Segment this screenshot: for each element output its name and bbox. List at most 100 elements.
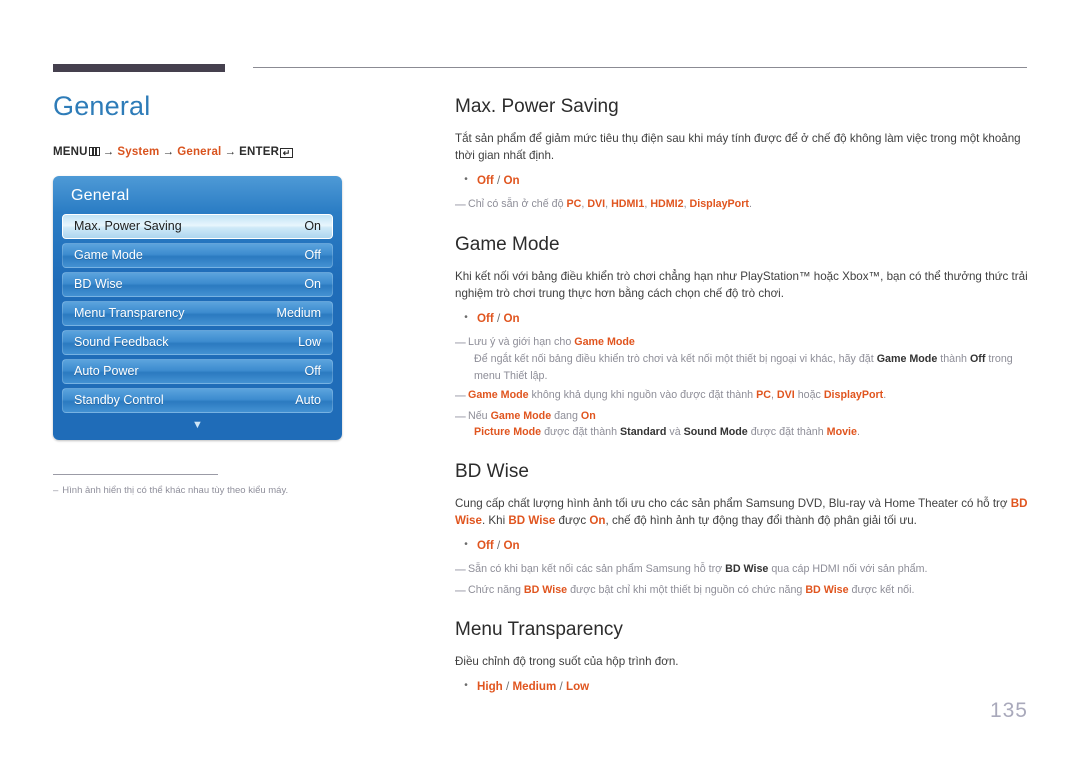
osd-row-bd-wise[interactable]: BD Wise On xyxy=(62,271,333,297)
osd-row-value: Off xyxy=(304,364,321,379)
section-body: Điều chỉnh độ trong suốt của hộp trình đ… xyxy=(455,655,679,669)
bullet-icon: • xyxy=(464,312,468,323)
note-term-bd-wise: BD Wise xyxy=(805,583,849,596)
osd-row-value: On xyxy=(304,277,321,292)
osd-row-max-power-saving[interactable]: Max. Power Saving On xyxy=(62,213,333,239)
osd-row-auto-power[interactable]: Auto Power Off xyxy=(62,358,333,384)
osd-row-value: Low xyxy=(298,335,321,350)
note-term-hdmi2: HDMI2 xyxy=(650,198,684,211)
note-text: được kết nối. xyxy=(848,583,915,596)
osd-row-value: On xyxy=(304,219,321,234)
option-off: Off xyxy=(477,312,494,325)
body-text-part: được xyxy=(555,514,590,528)
note-dash-icon: — xyxy=(455,564,466,577)
note-term-bd-wise: BD Wise xyxy=(523,583,568,596)
section-menu-transparency: Menu Transparency Điều chỉnh độ trong su… xyxy=(455,619,1028,695)
note-term-dvi: DVI xyxy=(587,198,606,211)
footnote-divider xyxy=(53,473,218,475)
menu-grid-icon xyxy=(88,146,100,156)
note-dash-icon: — xyxy=(455,337,466,350)
osd-row-value: Auto xyxy=(295,393,321,408)
note-term-sound-mode: Sound Mode xyxy=(683,426,748,439)
note-text: . xyxy=(856,426,860,439)
breadcrumb-arrow-1: → xyxy=(102,145,115,158)
bullet-icon: • xyxy=(464,538,468,550)
osd-row-game-mode[interactable]: Game Mode Off xyxy=(62,242,333,268)
note-term-game-mode: Game Mode xyxy=(468,389,529,402)
osd-row-standby-control[interactable]: Standby Control Auto xyxy=(62,387,333,413)
note-term-dvi: DVI xyxy=(776,389,795,402)
breadcrumb-enter-label: ENTER xyxy=(239,145,280,158)
note-term-game-mode: Game Mode xyxy=(876,352,938,365)
term-bd-wise: BD Wise xyxy=(508,514,556,528)
note-text: Để ngắt kết nối bảng điều khiển trò chơi… xyxy=(474,352,877,365)
note-text: hoặc xyxy=(794,389,824,402)
section-title: BD Wise xyxy=(455,460,529,482)
section-body: Tắt sản phẩm để giảm mức tiêu thụ điện s… xyxy=(455,131,1021,163)
note-term-displayport: DisplayPort xyxy=(689,198,749,211)
note-text: không khả dụng khi nguồn vào được đặt th… xyxy=(528,389,757,402)
option-list-item: • High / Medium / Low xyxy=(455,678,1028,695)
note-row: — Lưu ý và giới hạn cho Game Mode Để ngắ… xyxy=(455,334,1028,384)
note-text: được bật chỉ khi một thiết bị nguồn có c… xyxy=(567,583,806,596)
osd-panel-title: General xyxy=(71,186,130,204)
option-high: High xyxy=(477,679,503,693)
option-list-item: • Off / On xyxy=(455,310,1028,327)
option-on: On xyxy=(503,538,520,552)
body-text-part: , chế độ hình ảnh tự động thay đổi thành… xyxy=(605,514,917,528)
osd-row-label: Menu Transparency xyxy=(74,306,185,321)
note-term-displayport: DisplayPort xyxy=(823,389,884,402)
note-term-off: Off xyxy=(969,352,986,365)
note-term-standard: Standard xyxy=(620,426,667,439)
section-body: Cung cấp chất lượng hình ảnh tối ưu cho … xyxy=(455,495,1028,530)
osd-row-label: BD Wise xyxy=(74,277,123,292)
option-list-item: • Off / On xyxy=(455,172,1028,189)
breadcrumb: MENU → System → General → ENTER ↵ xyxy=(53,146,413,158)
note-row: — Chức năng BD Wise được bật chỉ khi một… xyxy=(455,582,1028,600)
bullet-icon: • xyxy=(464,174,468,186)
option-separator: / xyxy=(506,679,510,693)
osd-row-sound-feedback[interactable]: Sound Feedback Low xyxy=(62,329,333,355)
breadcrumb-item-system[interactable]: System xyxy=(117,146,159,158)
note-text: thành xyxy=(937,352,970,365)
note-term-pc: PC xyxy=(756,389,771,402)
option-on: On xyxy=(503,312,520,325)
note-term-hdmi1: HDMI1 xyxy=(611,198,645,211)
enter-return-icon: ↵ xyxy=(280,147,294,158)
note-term-game-mode: Game Mode xyxy=(574,336,635,349)
note-text: Lưu ý và giới hạn cho xyxy=(468,336,575,349)
left-footnote-block: – Hình ảnh hiển thị có thể khác nhau tùy … xyxy=(53,473,413,497)
breadcrumb-arrow-3: → xyxy=(224,145,237,158)
chevron-down-icon[interactable]: ▼ xyxy=(62,417,333,434)
note-term-bd-wise: BD Wise xyxy=(725,563,769,576)
header-rule-thin xyxy=(253,67,1027,68)
osd-row-label: Standby Control xyxy=(74,393,164,408)
section-max-power-saving: Max. Power Saving Tắt sản phẩm để giảm m… xyxy=(455,96,1028,214)
note-text: . xyxy=(883,389,887,402)
footnote-text: Hình ảnh hiển thị có thể khác nhau tùy t… xyxy=(62,484,289,496)
option-separator: / xyxy=(559,679,563,693)
option-off: Off xyxy=(477,174,494,188)
section-game-mode: Game Mode Khi kết nối với bảng điều khiể… xyxy=(455,234,1028,441)
option-low: Low xyxy=(565,679,590,693)
osd-row-label: Auto Power xyxy=(74,364,139,379)
osd-row-label: Game Mode xyxy=(74,248,143,263)
breadcrumb-arrow-2: → xyxy=(162,145,175,158)
note-text: được đặt thành xyxy=(747,426,827,439)
section-title: Game Mode xyxy=(455,233,560,255)
section-title: Max. Power Saving xyxy=(455,96,619,117)
page-title: General xyxy=(53,91,151,121)
bullet-icon: • xyxy=(464,679,468,691)
breadcrumb-item-general[interactable]: General xyxy=(177,146,221,158)
note-dash-icon: — xyxy=(455,199,466,212)
note-text: được đặt thành xyxy=(541,426,621,439)
body-text-part: Cung cấp chất lượng hình ảnh tối ưu cho … xyxy=(455,496,1011,510)
note-row: — Sẵn có khi bạn kết nối các sản phẩm Sa… xyxy=(455,561,1028,579)
note-row: — Nếu Game Mode đang On Picture Mode đượ… xyxy=(455,408,1028,441)
note-text: qua cáp HDMI nối với sản phẩm. xyxy=(768,563,928,576)
note-term-pc: PC xyxy=(566,198,582,211)
note-text: . xyxy=(748,198,752,211)
note-text: Nếu xyxy=(468,409,491,422)
osd-row-menu-transparency[interactable]: Menu Transparency Medium xyxy=(62,300,333,326)
option-separator: / xyxy=(496,174,501,188)
